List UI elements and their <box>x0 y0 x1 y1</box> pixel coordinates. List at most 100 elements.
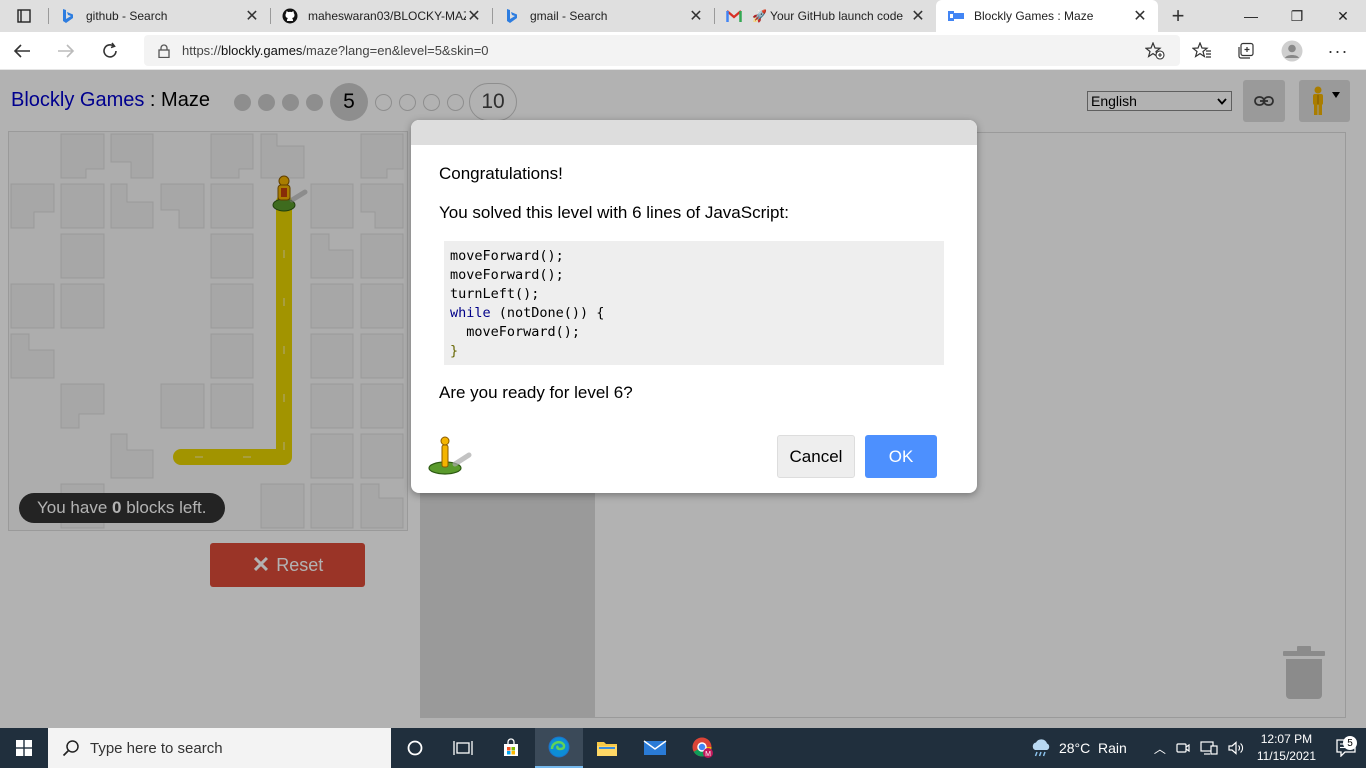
store-app-button[interactable] <box>487 728 535 768</box>
meet-now-icon[interactable] <box>1176 741 1190 755</box>
tab-close-icon[interactable]: ✕ <box>1132 6 1148 26</box>
avatar-icon <box>1281 40 1303 62</box>
code-line: moveForward(); <box>450 267 564 283</box>
tab-title: gmail - Search <box>530 9 608 23</box>
favorites-button[interactable] <box>1180 32 1224 70</box>
task-view-icon <box>453 741 473 755</box>
url-path: /maze?lang=en&level=5&skin=0 <box>302 43 489 58</box>
new-tab-button[interactable]: + <box>1158 0 1198 32</box>
browser-toolbar: https://blockly.games/maze?lang=en&level… <box>0 32 1366 70</box>
window-controls: — ❐ ✕ <box>1228 0 1366 32</box>
forward-arrow-icon <box>58 43 75 58</box>
lock-icon <box>158 43 170 58</box>
close-window-button[interactable]: ✕ <box>1320 0 1366 32</box>
taskbar-search[interactable]: Type here to search <box>48 728 391 768</box>
file-explorer-button[interactable] <box>583 728 631 768</box>
start-button[interactable] <box>0 728 48 768</box>
mail-app-button[interactable] <box>631 728 679 768</box>
tab-actions-button[interactable] <box>0 0 48 32</box>
profile-button[interactable] <box>1270 32 1314 70</box>
minimize-button[interactable]: — <box>1228 0 1274 32</box>
windows-taskbar: Type here to search M 28°C Rain ︿ 12:07 … <box>0 728 1366 768</box>
browser-tab[interactable]: gmail - Search ✕ <box>492 0 714 32</box>
next-level-question: Are you ready for level 6? <box>439 383 633 402</box>
browser-tab[interactable]: 🚀 Your GitHub launch code ✕ <box>714 0 936 32</box>
browser-tab-strip: github - Search ✕ maheswaran03/BLOCKY-MA… <box>0 0 1366 32</box>
system-clock[interactable]: 12:07 PM 11/15/2021 <box>1257 731 1316 765</box>
chrome-app-button[interactable]: M <box>679 728 727 768</box>
tab-close-icon[interactable]: ✕ <box>244 6 260 26</box>
browser-tab[interactable]: maheswaran03/BLOCKY-MAZE ✕ <box>270 0 492 32</box>
add-favorite-button[interactable] <box>1133 32 1177 70</box>
github-icon <box>282 8 298 24</box>
back-button[interactable] <box>0 32 44 70</box>
mail-icon <box>643 740 667 755</box>
cortana-icon <box>407 740 423 756</box>
weather-widget[interactable]: 28°C Rain <box>1029 738 1135 758</box>
store-icon <box>504 738 518 756</box>
bing-icon <box>504 8 520 24</box>
restore-button[interactable]: ❐ <box>1274 0 1320 32</box>
tab-title: github - Search <box>86 9 168 23</box>
tab-title: maheswaran03/BLOCKY-MAZE <box>308 9 466 23</box>
chrome-icon: M <box>692 737 713 758</box>
code-line: turnLeft(); <box>450 286 540 302</box>
task-view-button[interactable] <box>439 728 487 768</box>
cancel-button[interactable]: Cancel <box>777 435 855 478</box>
generated-code-block: moveForward(); moveForward(); turnLeft()… <box>444 241 944 365</box>
congratulations-dialog: Congratulations! You solved this level w… <box>411 120 977 493</box>
edge-icon <box>548 736 570 758</box>
back-arrow-icon <box>13 43 30 58</box>
rain-cloud-icon <box>1032 739 1050 757</box>
dialog-message: You solved this level with 6 lines of Ja… <box>439 203 789 222</box>
weather-text: 28°C Rain <box>1058 740 1127 756</box>
refresh-icon <box>103 42 117 58</box>
settings-menu-button[interactable]: ··· <box>1316 32 1360 70</box>
url-scheme: https:// <box>182 43 222 58</box>
more-icon: ··· <box>1327 40 1349 61</box>
cortana-button[interactable] <box>391 728 439 768</box>
browser-tab[interactable]: github - Search ✕ <box>48 0 270 32</box>
tab-actions-icon <box>17 9 31 23</box>
collections-icon <box>1238 42 1254 59</box>
windows-logo-icon <box>16 740 32 756</box>
network-icon[interactable] <box>1200 741 1218 755</box>
gmail-icon <box>726 8 742 24</box>
collections-button[interactable] <box>1224 32 1268 70</box>
favorites-icon <box>1192 42 1211 58</box>
clock-time: 12:07 PM <box>1260 732 1313 746</box>
code-line: } <box>450 343 459 359</box>
volume-icon[interactable] <box>1228 741 1244 755</box>
code-line: moveForward(); <box>450 248 564 264</box>
dialog-title: Congratulations! <box>439 164 563 183</box>
ok-button[interactable]: OK <box>865 435 937 478</box>
refresh-button[interactable] <box>88 32 132 70</box>
folder-icon <box>597 742 617 756</box>
tab-close-icon[interactable]: ✕ <box>910 6 926 26</box>
blockly-icon <box>948 8 964 24</box>
star-plus-icon <box>1145 42 1165 60</box>
tab-title: Blockly Games : Maze <box>974 9 1094 23</box>
notification-badge: 5 <box>1343 736 1357 750</box>
browser-tab-active[interactable]: Blockly Games : Maze ✕ <box>936 0 1158 32</box>
system-tray: 28°C Rain ︿ 12:07 PM 11/15/2021 5 <box>1029 728 1366 768</box>
code-line: moveForward(); <box>450 324 581 340</box>
pegman-icon <box>428 436 472 475</box>
chevron-up-icon[interactable]: ︿ <box>1154 740 1166 757</box>
dialog-header-bar[interactable] <box>411 120 977 145</box>
code-keyword: while <box>450 305 491 321</box>
code-line: while (notDone()) { <box>450 305 605 321</box>
address-bar[interactable]: https://blockly.games/maze?lang=en&level… <box>144 35 1180 66</box>
notification-center-button[interactable]: 5 <box>1326 736 1366 757</box>
tab-close-icon[interactable]: ✕ <box>688 6 704 26</box>
search-placeholder: Type here to search <box>90 739 223 757</box>
tab-close-icon[interactable]: ✕ <box>466 6 482 26</box>
edge-app-button[interactable] <box>535 728 583 768</box>
bing-icon <box>60 8 76 24</box>
search-icon <box>62 740 79 757</box>
svg-text:M: M <box>705 751 711 758</box>
clock-date: 11/15/2021 <box>1256 749 1316 763</box>
url-host: blockly.games <box>221 43 303 58</box>
tab-title: 🚀 Your GitHub launch code <box>752 9 904 23</box>
forward-button[interactable] <box>44 32 88 70</box>
